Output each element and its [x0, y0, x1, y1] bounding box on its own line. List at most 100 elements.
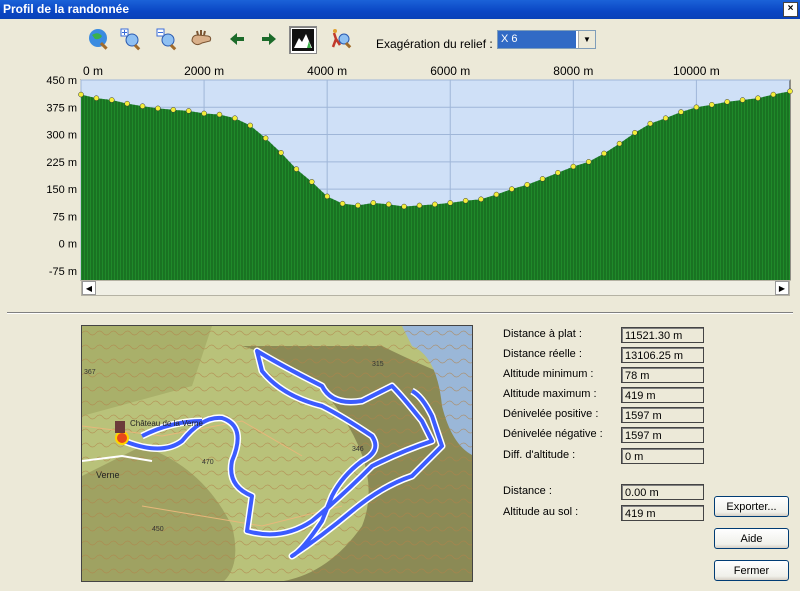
cursor-label: Altitude au sol : [503, 506, 579, 518]
profile-point [109, 97, 115, 103]
profile-point [309, 179, 315, 185]
profile-point [724, 99, 730, 105]
profile-point [216, 111, 223, 118]
map-label-altitude: 315 [372, 361, 384, 368]
profile-point [416, 202, 423, 209]
profile-point [462, 197, 469, 204]
x-tick-label: 6000 m [430, 64, 470, 78]
profile-point [401, 203, 407, 210]
y-tick-label: 300 m [46, 130, 77, 142]
stat-value: 78 m [621, 367, 704, 383]
profile-point [755, 95, 761, 101]
map-label-altitude: 470 [202, 459, 214, 466]
profile-point [370, 200, 377, 206]
profile-point [93, 95, 100, 101]
profile-point [185, 108, 192, 114]
map-label-altitude: 450 [152, 526, 164, 533]
profile-point [509, 186, 515, 192]
profile-point [770, 91, 777, 98]
stat-label: Diff. d'altitude : [503, 449, 576, 461]
profile-point [739, 97, 746, 103]
y-tick-label: 0 m [59, 239, 77, 251]
profile-point [616, 140, 623, 147]
zoom-out-icon[interactable] [154, 26, 180, 52]
profile-point [570, 163, 577, 170]
profile-point [324, 193, 330, 200]
profile-point [647, 120, 653, 127]
zoom-in-icon[interactable] [118, 26, 144, 52]
profile-point [124, 100, 130, 107]
profile-point [385, 201, 392, 208]
stat-label: Dénivelée positive : [503, 408, 599, 420]
hand-pan-icon[interactable] [188, 26, 214, 52]
stat-value: 1597 m [621, 427, 704, 443]
profile-point [278, 149, 284, 156]
profile-scrollbar[interactable]: ◀ ▶ [81, 280, 790, 296]
profile-point [693, 104, 700, 111]
window-title: Profil de la randonnée [3, 2, 130, 16]
cursor-label: Distance : [503, 485, 552, 497]
cursor-value: 0.00 m [621, 484, 704, 500]
stat-value: 0 m [621, 448, 704, 464]
close-button[interactable]: Fermer [714, 560, 789, 581]
cursor-value: 419 m [621, 505, 704, 521]
separator [7, 312, 793, 314]
map-label-chateau: Château de la Verne [130, 419, 203, 428]
profile-point [293, 166, 300, 172]
relief-profile-icon[interactable] [289, 26, 317, 54]
route-map[interactable]: Château de la Verne Verne 367 315 450 47… [81, 325, 473, 582]
x-tick-label: 2000 m [184, 64, 224, 78]
y-tick-label: 75 m [53, 211, 77, 223]
arrow-right-icon[interactable] [256, 26, 282, 52]
x-tick-label: 10000 m [673, 64, 720, 78]
y-tick-label: 450 m [46, 75, 77, 87]
scroll-right-icon[interactable]: ▶ [775, 281, 789, 295]
profile-point [170, 107, 177, 113]
profile-point [539, 176, 546, 182]
arrow-left-icon[interactable] [224, 26, 250, 52]
profile-point [478, 196, 484, 203]
exaggeration-select[interactable]: X 6 ▼ [497, 30, 596, 49]
profile-point [787, 88, 793, 95]
profile-point [601, 150, 607, 157]
chevron-down-icon[interactable]: ▼ [578, 31, 595, 48]
profile-point [585, 159, 592, 165]
y-tick-label: 375 m [46, 102, 77, 114]
elevation-profile-chart[interactable]: 0 m 2000 m 4000 m 6000 m 8000 m 10000 m 450 m… [0, 60, 800, 300]
close-window-button[interactable]: × [783, 2, 798, 17]
profile-point [632, 129, 638, 136]
globe-icon[interactable] [86, 26, 112, 52]
exaggeration-value: X 6 [498, 31, 576, 48]
exaggeration-label: Exagération du relief : [376, 37, 493, 51]
profile-point [555, 169, 561, 176]
stat-label: Altitude minimum : [503, 368, 594, 380]
stat-label: Distance à plat : [503, 328, 582, 340]
stat-label: Altitude maximum : [503, 388, 597, 400]
profile-point [247, 122, 253, 129]
profile-point [339, 200, 346, 207]
y-tick-label: -75 m [49, 266, 77, 278]
y-tick-label: 150 m [46, 184, 77, 196]
help-button[interactable]: Aide [714, 528, 789, 549]
stat-value: 1597 m [621, 407, 704, 423]
stat-value: 13106.25 m [621, 347, 704, 363]
profile-point [524, 181, 530, 188]
export-button[interactable]: Exporter... [714, 496, 789, 517]
stat-value: 11521.30 m [621, 327, 704, 343]
profile-point [78, 91, 84, 98]
title-bar: Profil de la randonnée × [0, 0, 800, 19]
profile-point [155, 105, 161, 112]
profile-point [139, 103, 146, 109]
x-tick-label: 4000 m [307, 64, 347, 78]
x-tick-label: 0 m [83, 64, 103, 78]
y-tick-label: 225 m [46, 157, 77, 169]
stat-label: Dénivelée négative : [503, 428, 603, 440]
profile-point [662, 115, 669, 121]
profile-point [493, 191, 500, 198]
walker-search-icon[interactable] [328, 26, 354, 52]
x-tick-label: 8000 m [553, 64, 593, 78]
profile-point [262, 135, 269, 141]
start-point-marker [115, 431, 129, 445]
scroll-left-icon[interactable]: ◀ [82, 281, 96, 295]
profile-point [678, 109, 684, 115]
